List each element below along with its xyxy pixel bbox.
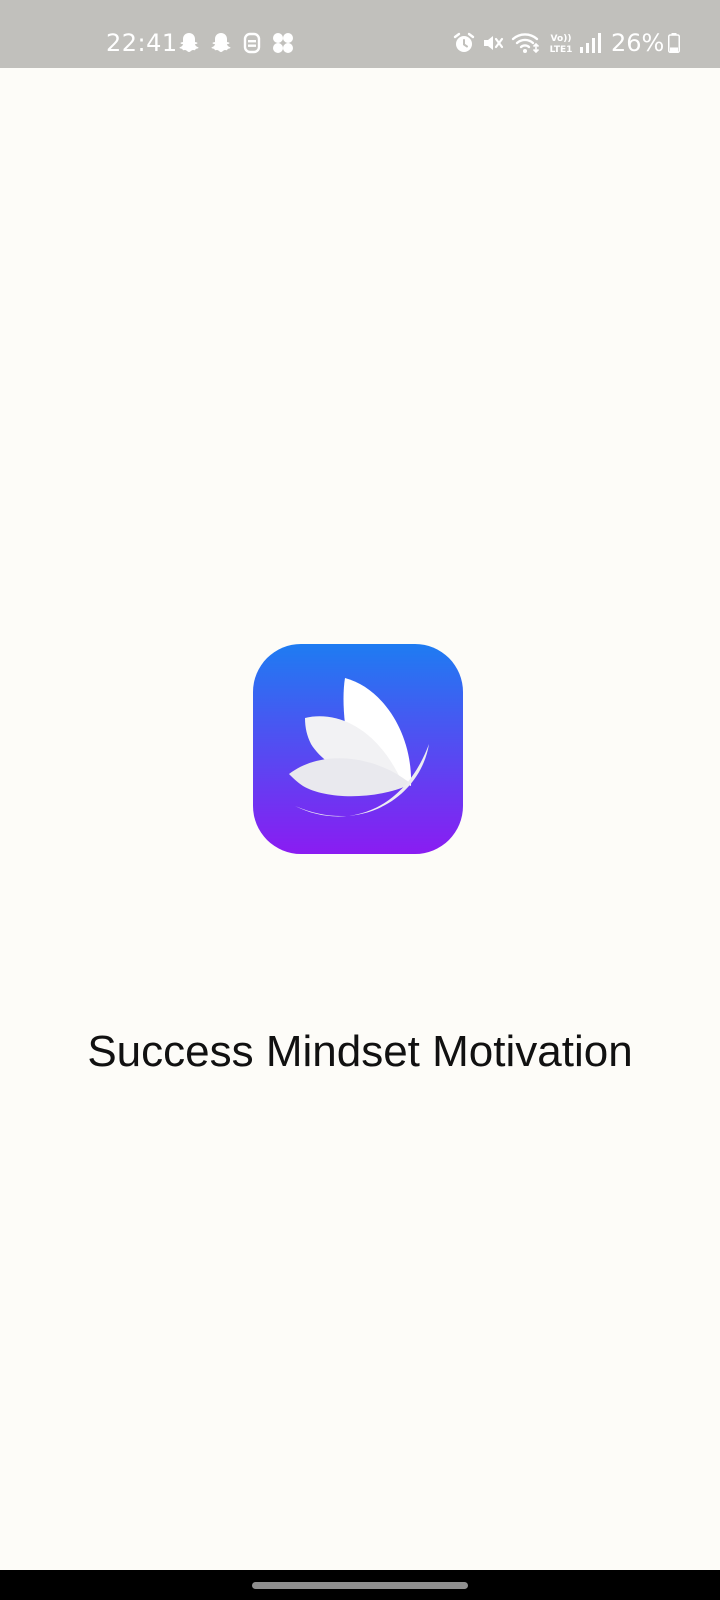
mute-icon — [484, 36, 504, 50]
wifi-icon — [511, 33, 540, 54]
snapchat-icon — [179, 33, 199, 52]
app-logo — [253, 644, 463, 854]
svg-text:LTE1: LTE1 — [550, 45, 573, 55]
snapchat-icon — [211, 33, 231, 52]
alarm-icon — [453, 32, 475, 52]
home-gesture-handle[interactable] — [252, 1582, 468, 1589]
svg-text:Vo)): Vo)) — [551, 34, 572, 44]
battery-percentage: 26% — [611, 29, 665, 57]
navigation-bar — [0, 1570, 720, 1600]
lotus-leaves-logo-icon — [253, 644, 463, 854]
battery-icon — [668, 33, 680, 53]
volte-lte-icon: Vo)) LTE1 — [550, 34, 573, 55]
signal-icon — [580, 33, 601, 53]
app-name-title: Success Mindset Motivation — [87, 1027, 633, 1076]
notification-icon — [243, 32, 261, 54]
status-bar: 22:41 Vo)) LTE1 26% — [0, 0, 720, 68]
status-time: 22:41 — [106, 29, 178, 57]
app-grid-icon — [273, 33, 293, 53]
